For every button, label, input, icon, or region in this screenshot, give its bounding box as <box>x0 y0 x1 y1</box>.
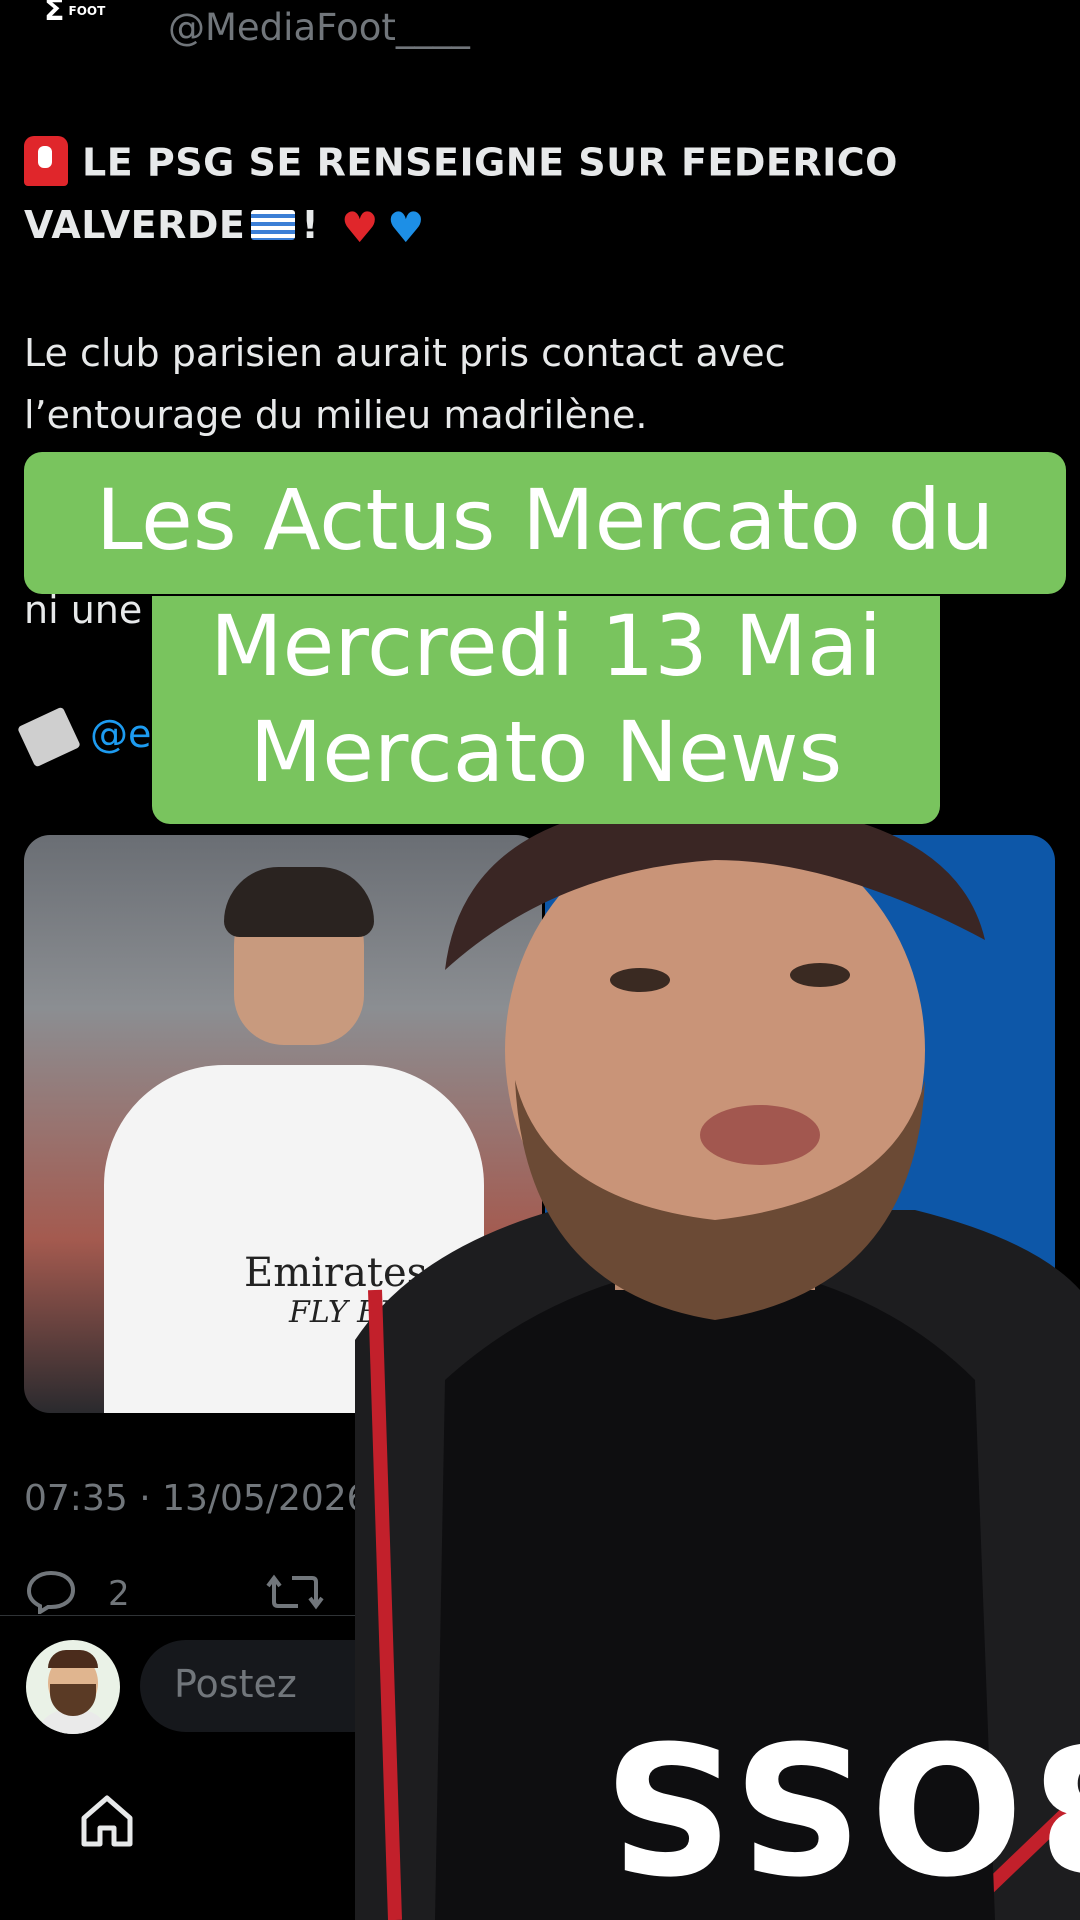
red-heart-icon: ♥ <box>340 203 380 252</box>
account-handle[interactable]: @MediaFoot____ <box>168 6 470 49</box>
reply-count: 2 <box>108 1574 130 1614</box>
shirt-print: BOSS <box>595 1700 1080 1909</box>
retweet-icon[interactable] <box>264 1570 326 1614</box>
tweet-timestamp[interactable]: 07:35 · 13/05/2026 <box>24 1478 370 1519</box>
title-banner-top: Les Actus Mercato du <box>24 452 1066 594</box>
newspaper-icon <box>17 705 81 768</box>
uruguay-flag-icon <box>251 209 296 240</box>
banner-line1: Les Actus Mercato du <box>95 471 995 569</box>
blue-heart-icon: ♥ <box>387 203 426 252</box>
reply-icon[interactable] <box>26 1570 76 1614</box>
title-banner-bottom: Mercredi 13 Mai Mercato News <box>152 596 940 824</box>
tweet-body-line3: ni une <box>24 588 143 632</box>
home-icon[interactable] <box>78 1792 136 1850</box>
banner-line3: Mercato News <box>249 703 843 801</box>
source-mention-link[interactable]: @e <box>90 712 151 756</box>
tweet-headline-line2: VALVERDE! ♥ ♥ <box>24 203 426 252</box>
creator-video-overlay: BOSS <box>355 820 1080 1920</box>
avatar[interactable] <box>26 1640 120 1734</box>
tweet-body-line2: l’entourage du milieu madrilène. <box>24 393 648 437</box>
account-logo[interactable]: Σ FOOT <box>44 0 130 26</box>
tweet-body-line1: Le club parisien aurait pris contact ave… <box>24 331 786 375</box>
tweet-source: @e <box>17 705 151 768</box>
siren-icon <box>24 136 68 186</box>
tweet-headline-line1: LE PSG SE RENSEIGNE SUR FEDERICO <box>24 136 898 190</box>
banner-line2: Mercredi 13 Mai <box>210 597 882 695</box>
